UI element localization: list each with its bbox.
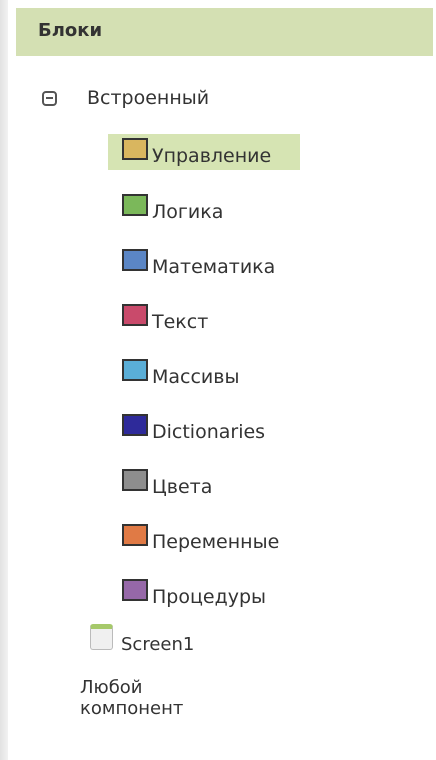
block-category-label: Dictionaries bbox=[152, 421, 266, 443]
block-category-label: Массивы bbox=[152, 366, 240, 388]
block-category-label: Переменные bbox=[152, 531, 280, 553]
color-swatch-icon bbox=[122, 249, 148, 271]
tree-node-any-component[interactable]: Любой компонент bbox=[80, 677, 183, 719]
color-swatch-icon bbox=[122, 194, 148, 216]
block-category-label: Цвета bbox=[152, 476, 213, 498]
collapse-minus-icon[interactable] bbox=[42, 90, 57, 106]
color-swatch-icon bbox=[122, 579, 148, 601]
block-category-label: Процедуры bbox=[152, 586, 267, 608]
block-category-label: Текст bbox=[152, 311, 209, 333]
color-swatch-icon bbox=[122, 469, 148, 491]
block-category-label: Математика bbox=[152, 256, 276, 278]
color-swatch-icon bbox=[122, 414, 148, 436]
color-swatch-icon bbox=[122, 138, 148, 160]
block-category-label: Управление bbox=[152, 145, 272, 167]
block-category-procedures[interactable]: Процедуры bbox=[108, 575, 266, 611]
panel-title: Блоки bbox=[38, 20, 103, 41]
tree-node-builtin-label: Встроенный bbox=[87, 87, 210, 109]
screen-label: Screen1 bbox=[121, 633, 195, 655]
color-swatch-icon bbox=[122, 359, 148, 381]
color-swatch-icon bbox=[122, 304, 148, 326]
color-swatch-icon bbox=[122, 524, 148, 546]
block-category-colors[interactable]: Цвета bbox=[108, 465, 212, 501]
block-category-dictionaries[interactable]: Dictionaries bbox=[108, 410, 265, 446]
tree-node-screen1[interactable]: Screen1 bbox=[90, 622, 194, 658]
panel-header: Блоки bbox=[16, 8, 433, 56]
block-category-text[interactable]: Текст bbox=[108, 300, 208, 336]
screen-icon bbox=[90, 624, 113, 650]
block-category-variables[interactable]: Переменные bbox=[108, 520, 279, 556]
block-category-control[interactable]: Управление bbox=[108, 134, 300, 170]
panel-left-border bbox=[0, 0, 8, 760]
block-category-logic[interactable]: Логика bbox=[108, 190, 223, 226]
tree-node-builtin[interactable]: Встроенный bbox=[42, 84, 209, 112]
block-category-math[interactable]: Математика bbox=[108, 245, 275, 281]
block-category-lists[interactable]: Массивы bbox=[108, 355, 239, 391]
blocks-panel: Блоки Встроенный Управление Логика Матем… bbox=[0, 0, 436, 760]
block-category-label: Логика bbox=[152, 201, 224, 223]
